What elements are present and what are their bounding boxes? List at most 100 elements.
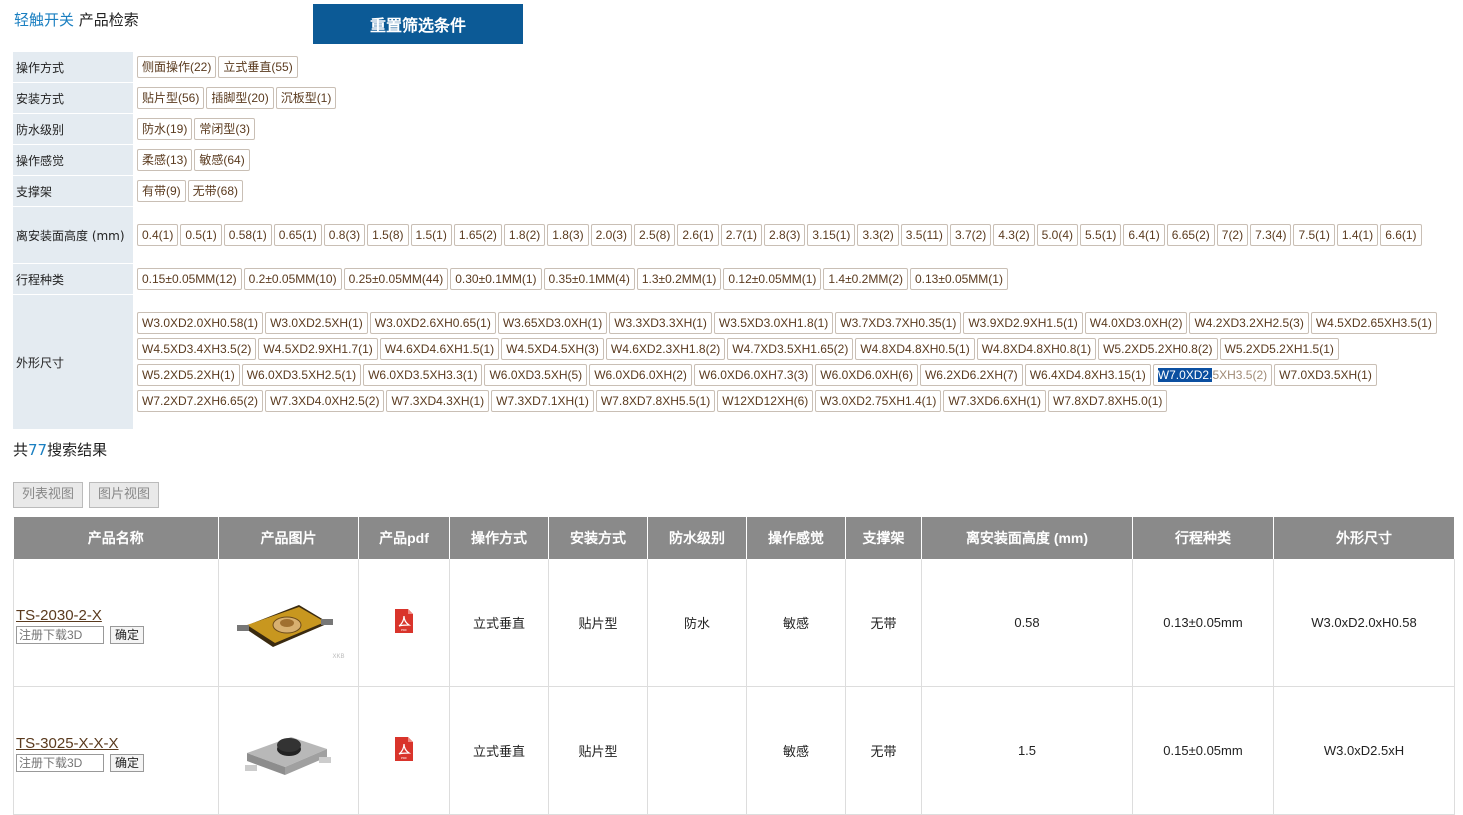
filter-chip[interactable]: 7.5(1) — [1293, 224, 1335, 246]
filter-chip[interactable]: 1.3±0.2MM(1) — [636, 268, 722, 290]
confirm-button[interactable]: 确定 — [110, 754, 145, 772]
filter-chip[interactable]: 1.5(8) — [367, 224, 409, 246]
filter-chip[interactable]: 2.8(3) — [764, 224, 806, 246]
filter-chip[interactable]: W6.2XD6.2XH(7) — [919, 364, 1023, 386]
filter-chip[interactable]: W5.2XD5.2XH(1) — [137, 364, 240, 386]
download-3d-input[interactable] — [16, 626, 104, 644]
pdf-icon[interactable]: PDF — [393, 736, 415, 765]
filter-chip[interactable]: 5.5(1) — [1080, 224, 1122, 246]
filter-chip[interactable]: 0.8(3) — [323, 224, 366, 246]
filter-chip[interactable]: 柔感(13) — [137, 149, 193, 171]
filter-chip[interactable]: W4.6XD4.6XH1.5(1) — [379, 338, 500, 360]
filter-chip[interactable]: 防水(19) — [137, 118, 193, 140]
filter-chip[interactable]: W6.0XD6.0XH(2) — [589, 364, 692, 386]
filter-chip[interactable]: W5.2XD5.2XH0.8(2) — [1098, 338, 1218, 360]
filter-chip[interactable]: 7(2) — [1216, 224, 1249, 246]
filter-chip[interactable]: 常闭型(3) — [194, 118, 256, 140]
filter-chip[interactable]: 5.0(4) — [1036, 224, 1079, 246]
filter-chip[interactable]: 无带(68) — [187, 180, 244, 202]
filter-chip[interactable]: 1.5(1) — [410, 224, 452, 246]
filter-chip[interactable]: W7.3XD7.1XH(1) — [491, 390, 594, 412]
filter-chip[interactable]: W7.8XD7.8XH5.5(1) — [595, 390, 716, 412]
filter-chip[interactable]: 0.4(1) — [137, 224, 179, 246]
filter-chip[interactable]: 0.12±0.05MM(1) — [723, 268, 822, 290]
filter-chip[interactable]: W6.0XD6.0XH7.3(3) — [693, 364, 814, 386]
list-view-button[interactable]: 列表视图 — [13, 482, 84, 508]
filter-chip[interactable]: 0.25±0.05MM(44) — [343, 268, 449, 290]
filter-chip[interactable]: 0.5(1) — [180, 224, 222, 246]
filter-chip[interactable]: W4.0XD3.0XH(2) — [1084, 312, 1188, 334]
filter-chip[interactable]: W3.0XD2.6XH0.65(1) — [369, 312, 496, 334]
image-view-button[interactable]: 图片视图 — [89, 482, 160, 508]
filter-chip[interactable]: 0.35±0.1MM(4) — [543, 268, 635, 290]
filter-chip[interactable]: 4.3(2) — [993, 224, 1035, 246]
filter-chip[interactable]: W6.0XD6.0XH(6) — [815, 364, 918, 386]
filter-chip[interactable]: W6.0XD3.5XH(5) — [484, 364, 588, 386]
filter-chip[interactable]: 立式垂直(55) — [218, 56, 298, 78]
filter-chip[interactable]: 0.13±0.05MM(1) — [910, 268, 1008, 290]
filter-chip[interactable]: W4.8XD4.8XH0.5(1) — [855, 338, 975, 360]
breadcrumb-link[interactable]: 轻触开关 — [14, 11, 74, 29]
filter-chip[interactable]: W7.3XD4.3XH(1) — [386, 390, 490, 412]
filter-chip[interactable]: W3.65XD3.0XH(1) — [497, 312, 608, 334]
filter-chip[interactable]: W4.2XD3.2XH2.5(3) — [1189, 312, 1309, 334]
product-thumbnail[interactable] — [229, 709, 349, 792]
filter-chip[interactable]: 2.7(1) — [720, 224, 763, 246]
filter-chip[interactable]: 1.8(3) — [547, 224, 589, 246]
filter-chip[interactable]: W4.6XD2.3XH1.8(2) — [605, 338, 726, 360]
filter-chip[interactable]: 插脚型(20) — [206, 87, 274, 109]
filter-chip[interactable]: W6.4XD4.8XH3.15(1) — [1024, 364, 1151, 386]
filter-chip[interactable]: W3.7XD3.7XH0.35(1) — [835, 312, 962, 334]
product-name-link[interactable]: TS-3025-X-X-X — [16, 735, 217, 752]
filter-chip-selected[interactable]: W7.0XD2.5XH3.5(2) — [1152, 364, 1273, 386]
filter-chip[interactable]: W7.8XD7.8XH5.0(1) — [1048, 390, 1168, 412]
filter-chip[interactable]: W5.2XD5.2XH1.5(1) — [1219, 338, 1339, 360]
filter-chip[interactable]: 0.58(1) — [223, 224, 272, 246]
filter-chip[interactable]: W4.8XD4.8XH0.8(1) — [976, 338, 1097, 360]
filter-chip[interactable]: 贴片型(56) — [137, 87, 205, 109]
filter-chip[interactable]: W3.3XD3.3XH(1) — [609, 312, 712, 334]
filter-chip[interactable]: 1.65(2) — [453, 224, 502, 246]
confirm-button[interactable]: 确定 — [110, 626, 145, 644]
filter-chip[interactable]: W3.9XD2.9XH1.5(1) — [963, 312, 1083, 334]
filter-chip[interactable]: W4.7XD3.5XH1.65(2) — [727, 338, 854, 360]
filter-chip[interactable]: 2.5(8) — [633, 224, 676, 246]
filter-chip[interactable]: 2.6(1) — [677, 224, 719, 246]
filter-chip[interactable]: 3.7(2) — [949, 224, 992, 246]
filter-chip[interactable]: W3.0XD2.5XH(1) — [265, 312, 368, 334]
filter-chip[interactable]: 2.0(3) — [590, 224, 632, 246]
filter-chip[interactable]: 1.4(1) — [1336, 224, 1379, 246]
product-name-link[interactable]: TS-2030-2-X — [16, 607, 217, 624]
filter-chip[interactable]: W3.0XD2.75XH1.4(1) — [815, 390, 942, 412]
download-3d-input[interactable] — [16, 754, 104, 772]
filter-chip[interactable]: 6.65(2) — [1166, 224, 1215, 246]
filter-chip[interactable]: 3.15(1) — [807, 224, 856, 246]
filter-chip[interactable]: W7.2XD7.2XH6.65(2) — [137, 390, 264, 412]
filter-chip[interactable]: W12XD12XH(6) — [717, 390, 814, 412]
filter-chip[interactable]: 1.4±0.2MM(2) — [823, 268, 908, 290]
filter-chip[interactable]: 7.3(4) — [1250, 224, 1292, 246]
filter-chip[interactable]: 0.65(1) — [273, 224, 322, 246]
filter-chip[interactable]: 6.6(1) — [1380, 224, 1422, 246]
filter-chip[interactable]: 3.3(2) — [857, 224, 899, 246]
filter-chip[interactable]: 侧面操作(22) — [137, 56, 217, 78]
filter-chip[interactable]: 1.8(2) — [503, 224, 546, 246]
filter-chip[interactable]: W4.5XD2.65XH3.5(1) — [1310, 312, 1437, 334]
filter-chip[interactable]: 敏感(64) — [194, 149, 250, 171]
filter-chip[interactable]: 0.2±0.05MM(10) — [243, 268, 342, 290]
filter-chip[interactable]: W6.0XD3.5XH3.3(1) — [363, 364, 483, 386]
pdf-icon[interactable]: PDF — [393, 608, 415, 637]
reset-filters-button[interactable]: 重置筛选条件 — [313, 4, 523, 44]
filter-chip[interactable]: 6.4(1) — [1123, 224, 1165, 246]
filter-chip[interactable]: 3.5(11) — [900, 224, 948, 246]
filter-chip[interactable]: W3.0XD2.0XH0.58(1) — [137, 312, 264, 334]
filter-chip[interactable]: 0.30±0.1MM(1) — [450, 268, 542, 290]
filter-chip[interactable]: W4.5XD3.4XH3.5(2) — [137, 338, 257, 360]
filter-chip[interactable]: W4.5XD4.5XH(3) — [501, 338, 604, 360]
filter-chip[interactable]: W7.3XD4.0XH2.5(2) — [265, 390, 385, 412]
filter-chip[interactable]: 沉板型(1) — [275, 87, 337, 109]
filter-chip[interactable]: W4.5XD2.9XH1.7(1) — [258, 338, 378, 360]
filter-chip[interactable]: W7.3XD6.6XH(1) — [943, 390, 1047, 412]
filter-chip[interactable]: W3.5XD3.0XH1.8(1) — [713, 312, 834, 334]
filter-chip[interactable]: W7.0XD3.5XH(1) — [1274, 364, 1377, 386]
